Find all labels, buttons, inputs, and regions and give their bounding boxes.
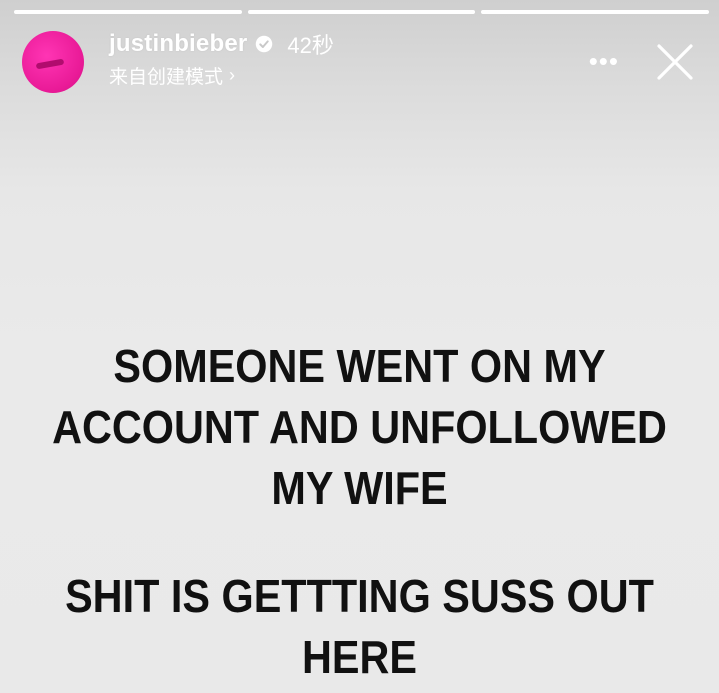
avatar[interactable] — [22, 31, 84, 93]
story-text-line: ACCOUNT AND UNFOLLOWED — [52, 401, 667, 453]
story-meta: justinbieber 42秒 来自创建模式 › — [109, 28, 334, 89]
progress-fill — [481, 10, 710, 14]
story-viewer: justinbieber 42秒 来自创建模式 › ••• SOMEONE WE… — [0, 0, 719, 693]
verified-icon — [256, 35, 273, 53]
progress-segment — [247, 10, 476, 14]
chevron-right-icon: › — [229, 65, 236, 85]
close-icon[interactable] — [655, 42, 695, 82]
story-text-line: SOMEONE WENT ON MY — [113, 340, 606, 392]
story-header: justinbieber 42秒 来自创建模式 › ••• — [22, 26, 705, 96]
source-link[interactable]: 来自创建模式 › — [109, 62, 334, 89]
progress-segment — [14, 10, 242, 14]
story-text-block: SOMEONE WENT ON MY ACCOUNT AND UNFOLLOWE… — [36, 336, 683, 519]
meta-row: justinbieber 42秒 — [109, 28, 334, 60]
story-text-line: SHIT IS GETTTING SUSS OUT — [65, 570, 654, 622]
progress-segment — [481, 10, 710, 14]
story-progress-bar — [14, 10, 710, 15]
username-link[interactable]: justinbieber — [109, 30, 247, 58]
progress-fill — [14, 10, 242, 14]
avatar-mark — [35, 58, 65, 70]
story-text-line: HERE — [301, 631, 418, 683]
story-text-block: SHIT IS GETTTING SUSS OUT HERE — [36, 566, 683, 688]
source-label: 来自创建模式 — [109, 67, 224, 88]
more-icon[interactable]: ••• — [589, 48, 619, 74]
time-ago: 42秒 — [287, 33, 334, 58]
progress-fill — [247, 10, 476, 14]
story-text-line: MY WIFE — [271, 462, 448, 514]
